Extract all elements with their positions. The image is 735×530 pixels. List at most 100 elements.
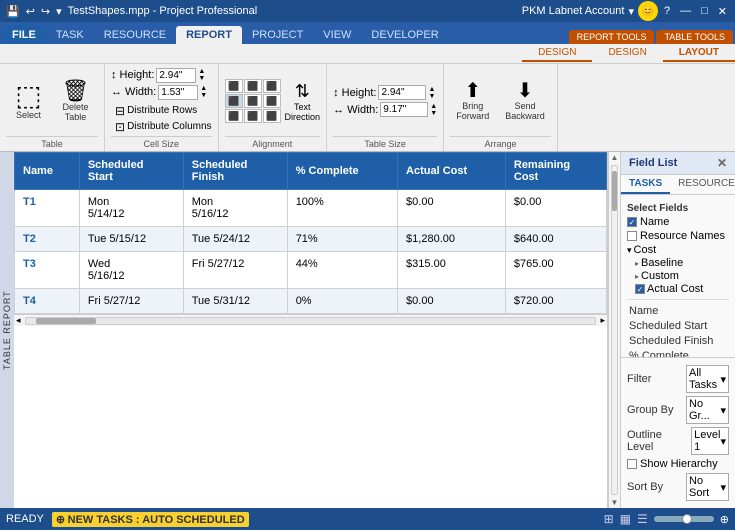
delete-table-button[interactable]: 🗑 DeleteTable xyxy=(53,76,98,126)
new-tasks-badge: ⊕ NEW TASKS : AUTO SCHEDULED xyxy=(52,512,249,527)
table-width-input[interactable] xyxy=(380,102,428,117)
vertical-scrollbar[interactable]: ▲ ▼ xyxy=(608,152,620,508)
table-height-input[interactable] xyxy=(378,85,426,100)
field-list-tabs: TASKS RESOURCES xyxy=(621,175,735,195)
zoom-slider[interactable] xyxy=(654,516,714,522)
tab-report[interactable]: REPORT xyxy=(176,26,242,44)
sortby-dropdown[interactable]: No Sort ▾ xyxy=(686,473,729,501)
scroll-down[interactable]: ▼ xyxy=(609,497,620,508)
close-btn[interactable]: ✕ xyxy=(714,5,731,18)
fl-tab-resources[interactable]: RESOURCES xyxy=(670,175,735,194)
align-br[interactable]: ⬛ xyxy=(263,109,281,123)
fl-item-resource-names[interactable]: Resource Names xyxy=(627,230,729,242)
user-dropdown[interactable]: ▾ xyxy=(628,5,634,18)
fl-cost-toggle[interactable]: ▾ Cost xyxy=(627,244,729,256)
qat-dropdown[interactable]: ▾ xyxy=(54,5,64,18)
zoom-thumb[interactable] xyxy=(682,514,692,524)
height-up[interactable]: ▲ xyxy=(198,68,205,75)
tab-file[interactable]: FILE xyxy=(2,26,46,44)
table-height-up[interactable]: ▲ xyxy=(428,86,435,93)
distribute-rows-btn[interactable]: ⊟ Distribute Rows xyxy=(115,104,212,118)
fl-baseline-item[interactable]: ▸ Baseline xyxy=(627,257,729,269)
outline-dropdown[interactable]: Level 1 ▾ xyxy=(691,427,729,455)
sortby-label: Sort By xyxy=(627,481,682,493)
groupby-arrow: ▾ xyxy=(720,404,726,417)
height-down[interactable]: ▼ xyxy=(198,75,205,82)
align-tl[interactable]: ⬛ xyxy=(225,79,243,93)
align-tc[interactable]: ⬛ xyxy=(244,79,262,93)
task-view-icon[interactable]: ☰ xyxy=(637,512,648,526)
row-t3-actual: $315.00 xyxy=(398,252,506,289)
fl-tab-tasks[interactable]: TASKS xyxy=(621,175,670,194)
tab-task[interactable]: TASK xyxy=(46,26,94,44)
maximize-btn[interactable]: □ xyxy=(697,5,712,17)
height-input[interactable] xyxy=(156,68,196,83)
fl-checkbox-name[interactable]: ✓ xyxy=(627,217,637,227)
redo-btn[interactable]: ↪ xyxy=(39,5,52,18)
data-table: Name ScheduledStart ScheduledFinish % Co… xyxy=(14,152,607,314)
align-ml[interactable]: ⬛ xyxy=(225,94,243,108)
minimize-btn[interactable]: — xyxy=(676,5,695,17)
show-hierarchy-checkbox[interactable] xyxy=(627,459,637,469)
align-bl[interactable]: ⬛ xyxy=(225,109,243,123)
text-direction-btn[interactable]: ⇅ TextDirection xyxy=(285,81,321,122)
bring-forward-icon: ⬆ xyxy=(464,81,481,101)
align-mc[interactable]: ⬛ xyxy=(244,94,262,108)
width-down[interactable]: ▼ xyxy=(200,92,207,99)
grid-view-icon[interactable]: ⊞ xyxy=(604,512,614,526)
hscroll-right[interactable]: ▸ xyxy=(598,315,607,326)
table-width-up[interactable]: ▲ xyxy=(430,103,437,110)
fl-checkbox-actual-cost[interactable]: ✓ xyxy=(635,284,645,294)
fl-divider xyxy=(627,299,729,300)
save-btn[interactable]: 💾 xyxy=(4,5,22,18)
align-mr[interactable]: ⬛ xyxy=(263,94,281,108)
table-width-down[interactable]: ▼ xyxy=(430,110,437,117)
select-label: Select xyxy=(16,110,41,120)
context-tab-row: DESIGN DESIGN LAYOUT xyxy=(0,44,735,64)
scroll-thumb[interactable] xyxy=(612,171,617,211)
align-grid: ⬛ ⬛ ⬛ ⬛ ⬛ ⬛ ⬛ ⬛ ⬛ xyxy=(225,79,281,123)
app-title: TestShapes.mpp - Project Professional xyxy=(68,5,258,17)
fl-actual-cost-item[interactable]: ✓ Actual Cost xyxy=(627,283,729,295)
tab-developer[interactable]: DEVELOPER xyxy=(361,26,448,44)
fl-checkbox-resource-names[interactable] xyxy=(627,231,637,241)
ribbon-group-tablesize: ↕ Height: ▲▼ ↔ Width: ▲▼ Table Size xyxy=(327,64,444,151)
design-subtab[interactable]: DESIGN xyxy=(522,45,592,62)
table-row: T3 Wed5/16/12 Fri 5/27/12 44% $315.00 $7… xyxy=(15,252,607,289)
fl-custom-item[interactable]: ▸ Custom xyxy=(627,270,729,282)
send-backward-btn[interactable]: ⬇ SendBackward xyxy=(499,77,551,125)
hscroll-left[interactable]: ◂ xyxy=(14,315,23,326)
horizontal-scrollbar[interactable]: ◂ ▸ xyxy=(14,314,607,326)
distribute-cols-btn[interactable]: ⊡ Distribute Columns xyxy=(115,120,212,134)
align-bc[interactable]: ⬛ xyxy=(244,109,262,123)
select-button[interactable]: ⬚ Select xyxy=(6,78,51,124)
groupby-row: Group By No Gr... ▾ xyxy=(627,396,729,424)
row-t4-name: T4 xyxy=(15,289,80,314)
tab-resource[interactable]: RESOURCE xyxy=(94,26,176,44)
fl-item-name[interactable]: ✓ Name xyxy=(627,216,729,228)
new-tasks-label: NEW TASKS : AUTO SCHEDULED xyxy=(68,514,245,526)
row-t4-complete: 0% xyxy=(287,289,397,314)
tab-view[interactable]: VIEW xyxy=(313,26,361,44)
help-btn[interactable]: ? xyxy=(660,5,674,17)
table-area[interactable]: Name ScheduledStart ScheduledFinish % Co… xyxy=(14,152,608,508)
filter-dropdown[interactable]: All Tasks ▾ xyxy=(686,365,729,393)
filter-row: Filter All Tasks ▾ xyxy=(627,365,729,393)
hscroll-track xyxy=(25,317,597,325)
row-t1-start: Mon5/14/12 xyxy=(79,190,183,227)
gantt-view-icon[interactable]: ▦ xyxy=(620,512,631,526)
undo-btn[interactable]: ↩ xyxy=(24,5,37,18)
tab-project[interactable]: PROJECT xyxy=(242,26,313,44)
align-tr[interactable]: ⬛ xyxy=(263,79,281,93)
design-subtab2[interactable]: DESIGN xyxy=(592,45,662,62)
hscroll-thumb[interactable] xyxy=(36,318,96,324)
width-up[interactable]: ▲ xyxy=(200,85,207,92)
field-list-close-btn[interactable]: ✕ xyxy=(717,156,727,170)
bring-forward-btn[interactable]: ⬆ BringForward xyxy=(450,77,495,125)
layout-subtab[interactable]: LAYOUT xyxy=(663,45,735,62)
table-height-down[interactable]: ▼ xyxy=(428,93,435,100)
scroll-up[interactable]: ▲ xyxy=(609,152,620,163)
groupby-dropdown[interactable]: No Gr... ▾ xyxy=(686,396,729,424)
width-input[interactable] xyxy=(158,85,198,100)
vertical-label: TABLE REPORT xyxy=(0,152,14,508)
